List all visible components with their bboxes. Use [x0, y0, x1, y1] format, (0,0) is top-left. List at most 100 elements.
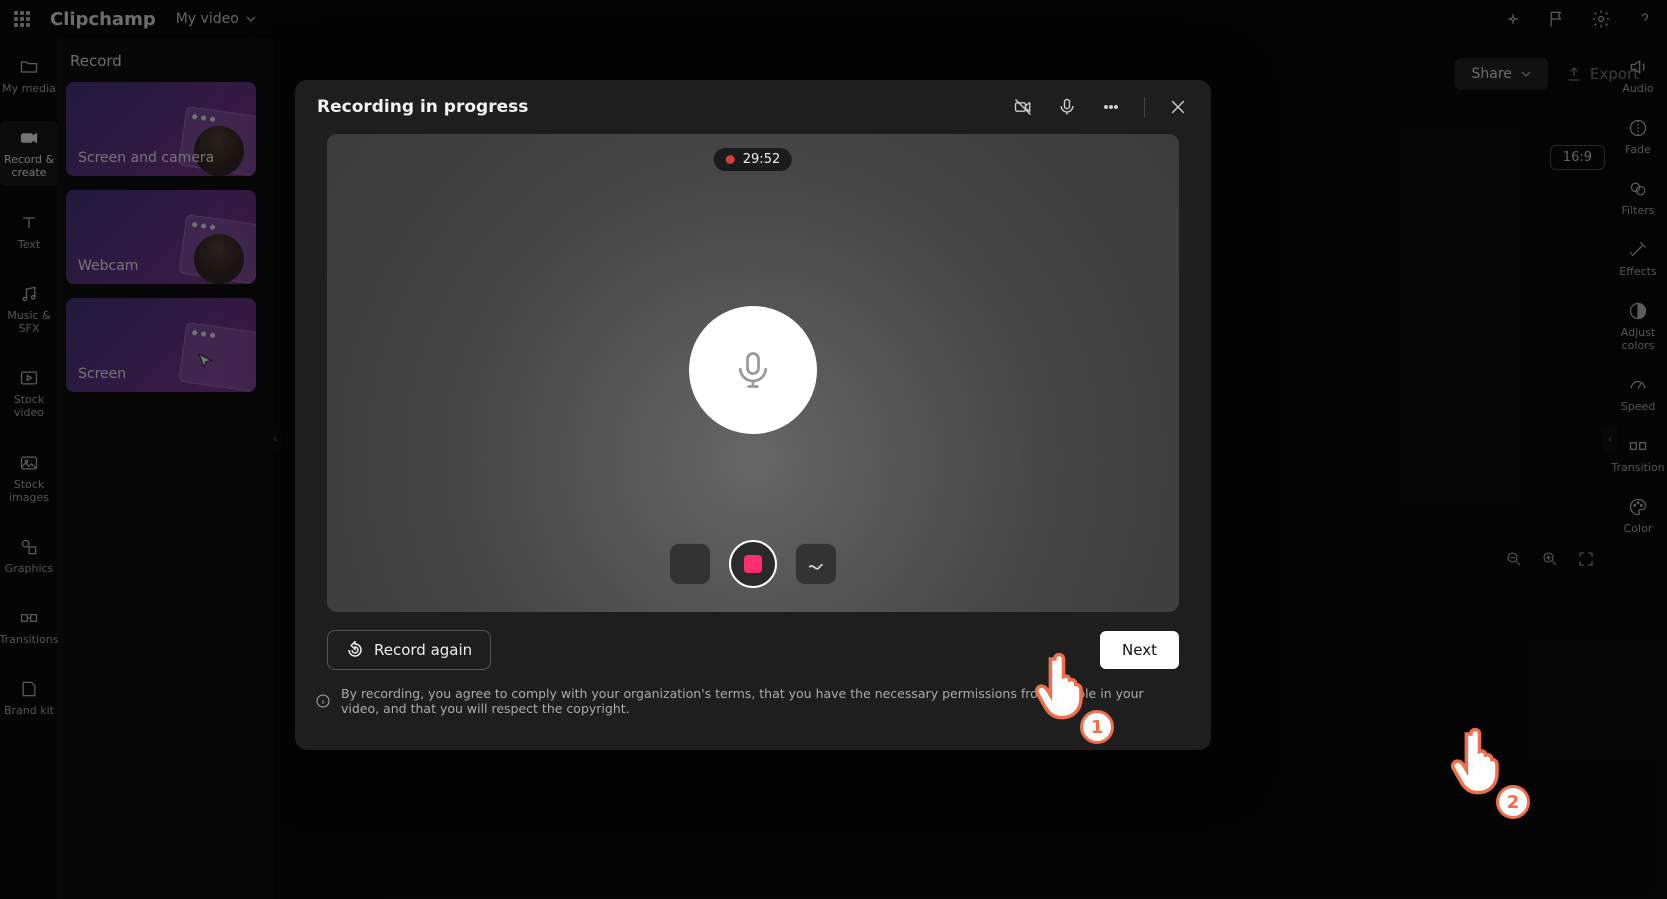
- mic-large-icon: [731, 348, 775, 392]
- collapse-left-panel-button[interactable]: ‹: [268, 425, 282, 453]
- sidebar-label: Stock images: [0, 478, 58, 504]
- palette-icon: [1627, 496, 1649, 518]
- topbar-right: [1503, 9, 1655, 29]
- top-bar: Clipchamp My video: [0, 0, 1667, 38]
- share-button[interactable]: Share: [1455, 58, 1547, 90]
- right-sidebar: Audio Fade Filters Effects Adjust colors…: [1609, 38, 1667, 899]
- record-tile-label: Screen and camera: [78, 150, 214, 166]
- close-icon[interactable]: [1167, 96, 1189, 118]
- sidebar-item-stock-images[interactable]: Stock images: [0, 446, 58, 510]
- sidebar-item-record-create[interactable]: Record & create: [0, 121, 58, 185]
- project-name: My video: [176, 11, 239, 27]
- stop-square-icon: [744, 555, 762, 573]
- text-icon: [18, 212, 40, 234]
- sidebar-label: My media: [2, 82, 56, 95]
- record-tile-screen-camera[interactable]: Screen and camera: [66, 82, 256, 176]
- prop-label: Effects: [1619, 265, 1656, 278]
- record-again-button[interactable]: Record again: [327, 630, 491, 670]
- upgrade-icon[interactable]: [1503, 9, 1523, 29]
- record-tile-label: Webcam: [78, 258, 138, 274]
- fade-icon: [1627, 117, 1649, 139]
- stop-recording-button[interactable]: [729, 540, 777, 588]
- sidebar-label: Brand kit: [4, 704, 54, 717]
- modal-header: Recording in progress: [295, 80, 1211, 134]
- more-icon[interactable]: [1100, 96, 1122, 118]
- prop-item-transition[interactable]: Transition: [1611, 435, 1664, 474]
- left-sidebar: My media Record & create Text Music & SF…: [0, 38, 58, 899]
- prop-item-fade[interactable]: Fade: [1625, 117, 1651, 156]
- next-button[interactable]: Next: [1100, 631, 1179, 669]
- sidebar-item-brand-kit[interactable]: Brand kit: [0, 672, 58, 723]
- sidebar-item-my-media[interactable]: My media: [0, 50, 58, 101]
- app-launcher-icon[interactable]: [12, 9, 32, 29]
- record-panel-title: Record: [66, 52, 266, 70]
- callout-step-2: 2: [1446, 727, 1536, 837]
- sidebar-item-transitions[interactable]: Transitions: [0, 601, 58, 652]
- pointer-hand-icon: [1446, 727, 1506, 797]
- image-icon: [18, 452, 40, 474]
- video-stock-icon: [18, 367, 40, 389]
- sidebar-label: Text: [18, 238, 40, 251]
- folder-icon: [18, 56, 40, 78]
- prop-label: Adjust colors: [1609, 326, 1667, 352]
- record-tile-screen[interactable]: Screen: [66, 298, 256, 392]
- brand-name: Clipchamp: [50, 9, 156, 30]
- prop-item-speed[interactable]: Speed: [1621, 374, 1655, 413]
- recording-dot-icon: [726, 155, 735, 164]
- callout-number: 2: [1496, 785, 1530, 819]
- zoom-out-icon[interactable]: [1505, 550, 1523, 568]
- flag-icon[interactable]: [1547, 9, 1567, 29]
- prop-label: Speed: [1621, 400, 1655, 413]
- prop-item-effects[interactable]: Effects: [1619, 239, 1656, 278]
- sidebar-item-graphics[interactable]: Graphics: [0, 530, 58, 581]
- settings-icon[interactable]: [1591, 9, 1611, 29]
- gauge-icon: [1627, 374, 1649, 396]
- sidebar-label: Music & SFX: [0, 309, 58, 335]
- sidebar-label: Stock video: [0, 393, 58, 419]
- project-name-dropdown[interactable]: My video: [176, 11, 257, 27]
- prop-item-filters[interactable]: Filters: [1622, 178, 1655, 217]
- fit-icon[interactable]: [1577, 550, 1595, 568]
- info-icon: [315, 693, 331, 709]
- prop-label: Color: [1624, 522, 1653, 535]
- recording-preview: 29:52: [327, 134, 1179, 612]
- music-icon: [18, 283, 40, 305]
- mic-icon[interactable]: [1056, 96, 1078, 118]
- aspect-ratio-button[interactable]: 16:9: [1550, 145, 1605, 170]
- share-label: Share: [1471, 66, 1511, 82]
- chevron-down-icon: [1520, 68, 1532, 80]
- recording-controls: [669, 540, 837, 588]
- disclaimer: By recording, you agree to comply with y…: [295, 670, 1211, 716]
- modal-footer: Record again Next: [295, 612, 1211, 670]
- record-tile-label: Screen: [78, 366, 126, 382]
- prop-label: Fade: [1625, 143, 1651, 156]
- shapes-icon: [18, 536, 40, 558]
- prop-label: Audio: [1622, 82, 1653, 95]
- record-tile-webcam[interactable]: Webcam: [66, 190, 256, 284]
- camera-off-icon[interactable]: [1012, 96, 1034, 118]
- annotation-button[interactable]: [795, 543, 837, 585]
- avatar-decor: [194, 234, 244, 284]
- prop-item-audio[interactable]: Audio: [1622, 56, 1653, 95]
- recording-time-pill: 29:52: [714, 148, 792, 171]
- pause-button[interactable]: [669, 543, 711, 585]
- help-icon[interactable]: [1635, 9, 1655, 29]
- prop-item-color[interactable]: Color: [1624, 496, 1653, 535]
- timeline-zoom-tools: [1505, 550, 1595, 568]
- sidebar-item-text[interactable]: Text: [0, 206, 58, 257]
- brand-icon: [18, 678, 40, 700]
- sidebar-item-stock-video[interactable]: Stock video: [0, 361, 58, 425]
- zoom-in-icon[interactable]: [1541, 550, 1559, 568]
- prop-item-adjust-colors[interactable]: Adjust colors: [1609, 300, 1667, 352]
- separator: [1144, 97, 1145, 117]
- recording-modal: Recording in progress 29:52 Record again…: [295, 80, 1211, 750]
- prop-label: Transition: [1611, 461, 1664, 474]
- mic-indicator: [689, 306, 817, 434]
- record-again-label: Record again: [374, 641, 472, 659]
- transition-icon: [1627, 435, 1649, 457]
- filters-icon: [1627, 178, 1649, 200]
- sidebar-item-music-sfx[interactable]: Music & SFX: [0, 277, 58, 341]
- disclaimer-text: By recording, you agree to comply with y…: [341, 686, 1179, 716]
- window-decor: [178, 322, 256, 392]
- recording-elapsed: 29:52: [743, 152, 780, 167]
